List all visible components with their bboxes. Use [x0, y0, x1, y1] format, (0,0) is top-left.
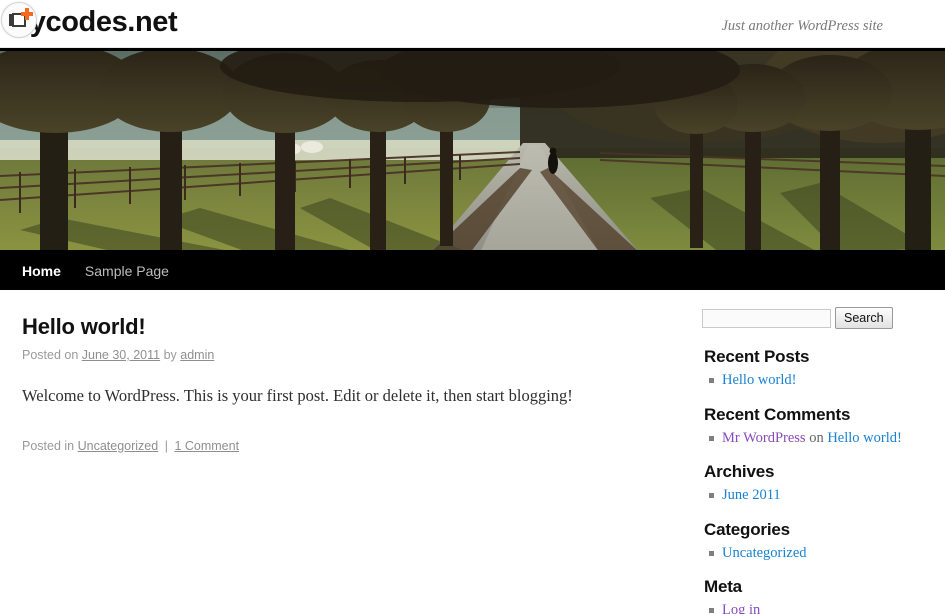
categories-list: Uncategorized — [704, 543, 945, 564]
primary-navigation: Home Sample Page — [0, 253, 945, 290]
site-header: Mycodes.net Just another WordPress site — [0, 0, 945, 48]
archives-list: June 2011 — [704, 485, 945, 506]
post-category-link[interactable]: Uncategorized — [78, 439, 159, 453]
widget-recent-comments: Recent Comments Mr WordPress on Hello wo… — [700, 405, 945, 449]
list-item: Log in — [704, 600, 945, 614]
widget-recent-posts: Recent Posts Hello world! — [700, 347, 945, 391]
posted-in-label: Posted in — [22, 438, 75, 453]
sidebar: Search Recent Posts Hello world! Recent … — [700, 290, 945, 614]
plus-icon — [21, 8, 33, 20]
search-form: Search — [700, 307, 945, 329]
comment-post-link[interactable]: Hello world! — [827, 430, 902, 446]
main-content-column: Hello world! Posted on June 30, 2011 by … — [0, 290, 700, 614]
header-banner-image — [0, 48, 945, 253]
widget-title-categories: Categories — [704, 519, 790, 539]
widget-meta: Meta Log in — [700, 577, 945, 614]
list-item: Uncategorized — [704, 543, 945, 564]
list-item: Hello world! — [704, 370, 945, 391]
recent-comments-list: Mr WordPress on Hello world! — [704, 428, 945, 449]
meta-separator: | — [164, 438, 168, 453]
by-label: by — [163, 348, 177, 362]
content-area: Hello world! Posted on June 30, 2011 by … — [0, 290, 945, 614]
archive-link[interactable]: June 2011 — [722, 487, 781, 503]
banner-illustration — [0, 48, 945, 253]
comment-connector: on — [809, 429, 824, 446]
search-button[interactable]: Search — [835, 307, 893, 329]
widget-categories: Categories Uncategorized — [700, 520, 945, 564]
site-description: Just another WordPress site — [721, 18, 883, 34]
browser-page: Mycodes.net Just another WordPress site — [0, 0, 945, 614]
widget-title-recent-posts: Recent Posts — [704, 347, 810, 366]
recent-posts-list: Hello world! — [704, 370, 945, 391]
nav-list: Home Sample Page — [0, 253, 945, 290]
post-date-link[interactable]: June 30, 2011 — [82, 348, 160, 362]
add-to-collection-badge-icon[interactable] — [1, 2, 37, 38]
recent-post-link[interactable]: Hello world! — [722, 372, 797, 388]
posted-on-label: Posted on — [22, 348, 79, 362]
post-comments-link[interactable]: 1 Comment — [174, 439, 239, 453]
list-item: June 2011 — [704, 485, 945, 506]
comment-author-link[interactable]: Mr WordPress — [722, 430, 806, 446]
post-author-link[interactable]: admin — [180, 348, 214, 362]
widget-title-archives: Archives — [704, 462, 775, 482]
login-link[interactable]: Log in — [722, 602, 760, 614]
widget-archives: Archives June 2011 — [700, 462, 945, 506]
meta-list: Log in — [704, 600, 945, 614]
list-item: Mr WordPress on Hello world! — [704, 428, 945, 449]
search-input[interactable] — [702, 308, 831, 328]
nav-item-home[interactable]: Home — [22, 253, 61, 290]
post-title[interactable]: Hello world! — [22, 314, 680, 340]
nav-item-sample-page[interactable]: Sample Page — [85, 253, 169, 290]
post-meta: Posted on June 30, 2011 by admin — [22, 348, 680, 362]
widget-title-recent-comments: Recent Comments — [704, 404, 851, 424]
post-body: Welcome to WordPress. This is your first… — [22, 386, 573, 405]
widget-title-meta: Meta — [704, 577, 742, 597]
post-footer-meta: Posted in Uncategorized | 1 Comment — [22, 439, 680, 453]
category-link[interactable]: Uncategorized — [722, 545, 807, 561]
